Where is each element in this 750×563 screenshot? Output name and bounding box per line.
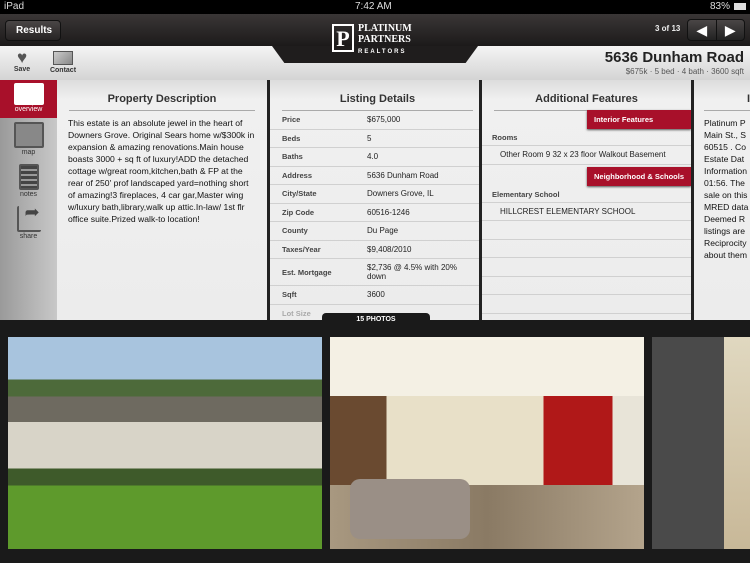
listing-value: Downers Grove, IL [367,189,434,199]
sidebar-item-share[interactable]: ➦ share [0,202,57,240]
neighborhood-schools-tag: Neighborhood & Schools [587,166,691,186]
disclaimer-panel: I Platinum P Main St., S 60515 . Co Esta… [694,80,750,320]
contact-label: Contact [49,67,77,74]
additional-features-panel: Additional Features Interior Features Ro… [482,80,691,320]
rooms-value: Other Room 9 32 x 23 floor Walkout Basem… [482,146,691,165]
photo-exterior[interactable] [8,337,322,549]
next-listing-button[interactable]: ▶ [717,20,745,40]
listing-row: Beds 5 [270,130,479,148]
disclaimer-text: Platinum P Main St., S 60515 . Co Estate… [704,118,749,260]
battery-percent: 83% [709,1,730,12]
sidebar-item-notes[interactable]: notes [0,164,57,198]
platinum-partners-logo: P PLATINUM PARTNERS REALTORS [330,22,420,56]
listing-value: 60516-1246 [367,207,410,217]
photos-count-tab[interactable]: 15 PHOTOS [322,313,430,325]
status-bar: iPad 7:42 AM 83% [0,0,750,14]
school-label: Elementary School [482,186,691,203]
listing-counter: 3 of 13 [655,24,681,33]
logo-line2: PARTNERS [358,34,411,45]
overview-icon [13,83,44,105]
listing-value: Du Page [367,226,399,236]
map-icon [13,122,44,148]
pager: ◀ ▶ [687,19,745,41]
listing-row: Price $675,000 [270,111,479,130]
listing-row: City/State Downers Grove, IL [270,185,479,204]
save-button[interactable]: ♥ Save [8,48,36,73]
listing-row: Baths 4.0 [270,148,479,167]
listing-value: 5636 Dunham Road [367,170,439,180]
photo-partial[interactable] [724,337,750,549]
device-label: iPad [4,1,25,12]
school-value: HILLCREST ELEMENTARY SCHOOL [482,203,691,221]
panel-title: Property Description [69,80,255,111]
notes-icon [18,164,39,190]
listing-details-panel: Listing Details Price $675,000 Beds 5 Baths 4… [270,80,479,320]
listing-key: City/State [282,189,317,199]
property-summary: $675k · 5 bed · 4 bath · 3600 sqft [625,67,744,76]
listing-key: Beds [282,133,301,143]
listing-value: 3600 [367,290,385,300]
clock: 7:42 AM [355,1,392,12]
listing-row: Taxes/Year $9,408/2010 [270,241,479,259]
logo-line3: REALTORS [358,49,407,55]
sidebar-label: share [19,233,38,240]
listing-key: Zip Code [282,207,315,217]
listing-row: Sqft 3600 [270,286,479,305]
listing-row: Zip Code 60516-1246 [270,204,479,222]
sidebar-item-overview[interactable]: overview [0,80,57,118]
listing-key: Price [282,115,301,125]
photo-loading[interactable] [652,337,724,549]
photo-living-room[interactable] [330,337,644,549]
battery-icon [734,3,746,10]
listing-value: 4.0 [367,152,379,162]
save-label: Save [13,66,31,73]
listing-row: Address 5636 Dunham Road [270,167,479,185]
panel-title: Listing Details [282,80,473,111]
sidebar-label: notes [19,191,38,198]
listing-key: Taxes/Year [282,244,321,254]
panel-title: Additional Features [494,80,679,111]
contact-button[interactable]: Contact [48,50,78,74]
sidebar: overview map notes ➦ share [0,80,57,320]
share-icon: ➦ [16,202,41,232]
listing-value: $2,736 @ 4.5% with 20% down [367,263,457,281]
logo-line1: PLATINUM [358,23,412,34]
interior-features-tag: Interior Features [587,110,691,129]
listing-key: Sqft [282,290,297,300]
listing-key: Est. Mortgage [282,267,332,277]
heart-icon: ♥ [16,48,28,67]
listing-value: 5 [367,133,372,143]
listing-value: $9,408/2010 [367,244,412,254]
listing-row: Est. Mortgage $2,736 @ 4.5% with 20% down [270,259,479,286]
description-text: This estate is an absolute jewel in the … [68,118,255,224]
panel-title: I [704,80,750,111]
envelope-icon [53,51,73,65]
listing-key: Baths [282,152,303,162]
property-description-panel: Property Description This estate is an a… [57,80,267,320]
sidebar-label: map [21,149,36,156]
sidebar-item-map[interactable]: map [0,122,57,156]
previous-listing-button[interactable]: ◀ [688,20,717,40]
sidebar-label: overview [14,106,43,113]
listing-key: Address [282,170,313,180]
listing-row: County Du Page [270,222,479,241]
results-back-button[interactable]: Results [5,20,62,41]
rooms-label: Rooms [482,129,691,146]
listing-value: $675,000 [367,115,401,125]
property-address: 5636 Dunham Road [604,49,744,66]
listing-key: County [282,226,308,236]
